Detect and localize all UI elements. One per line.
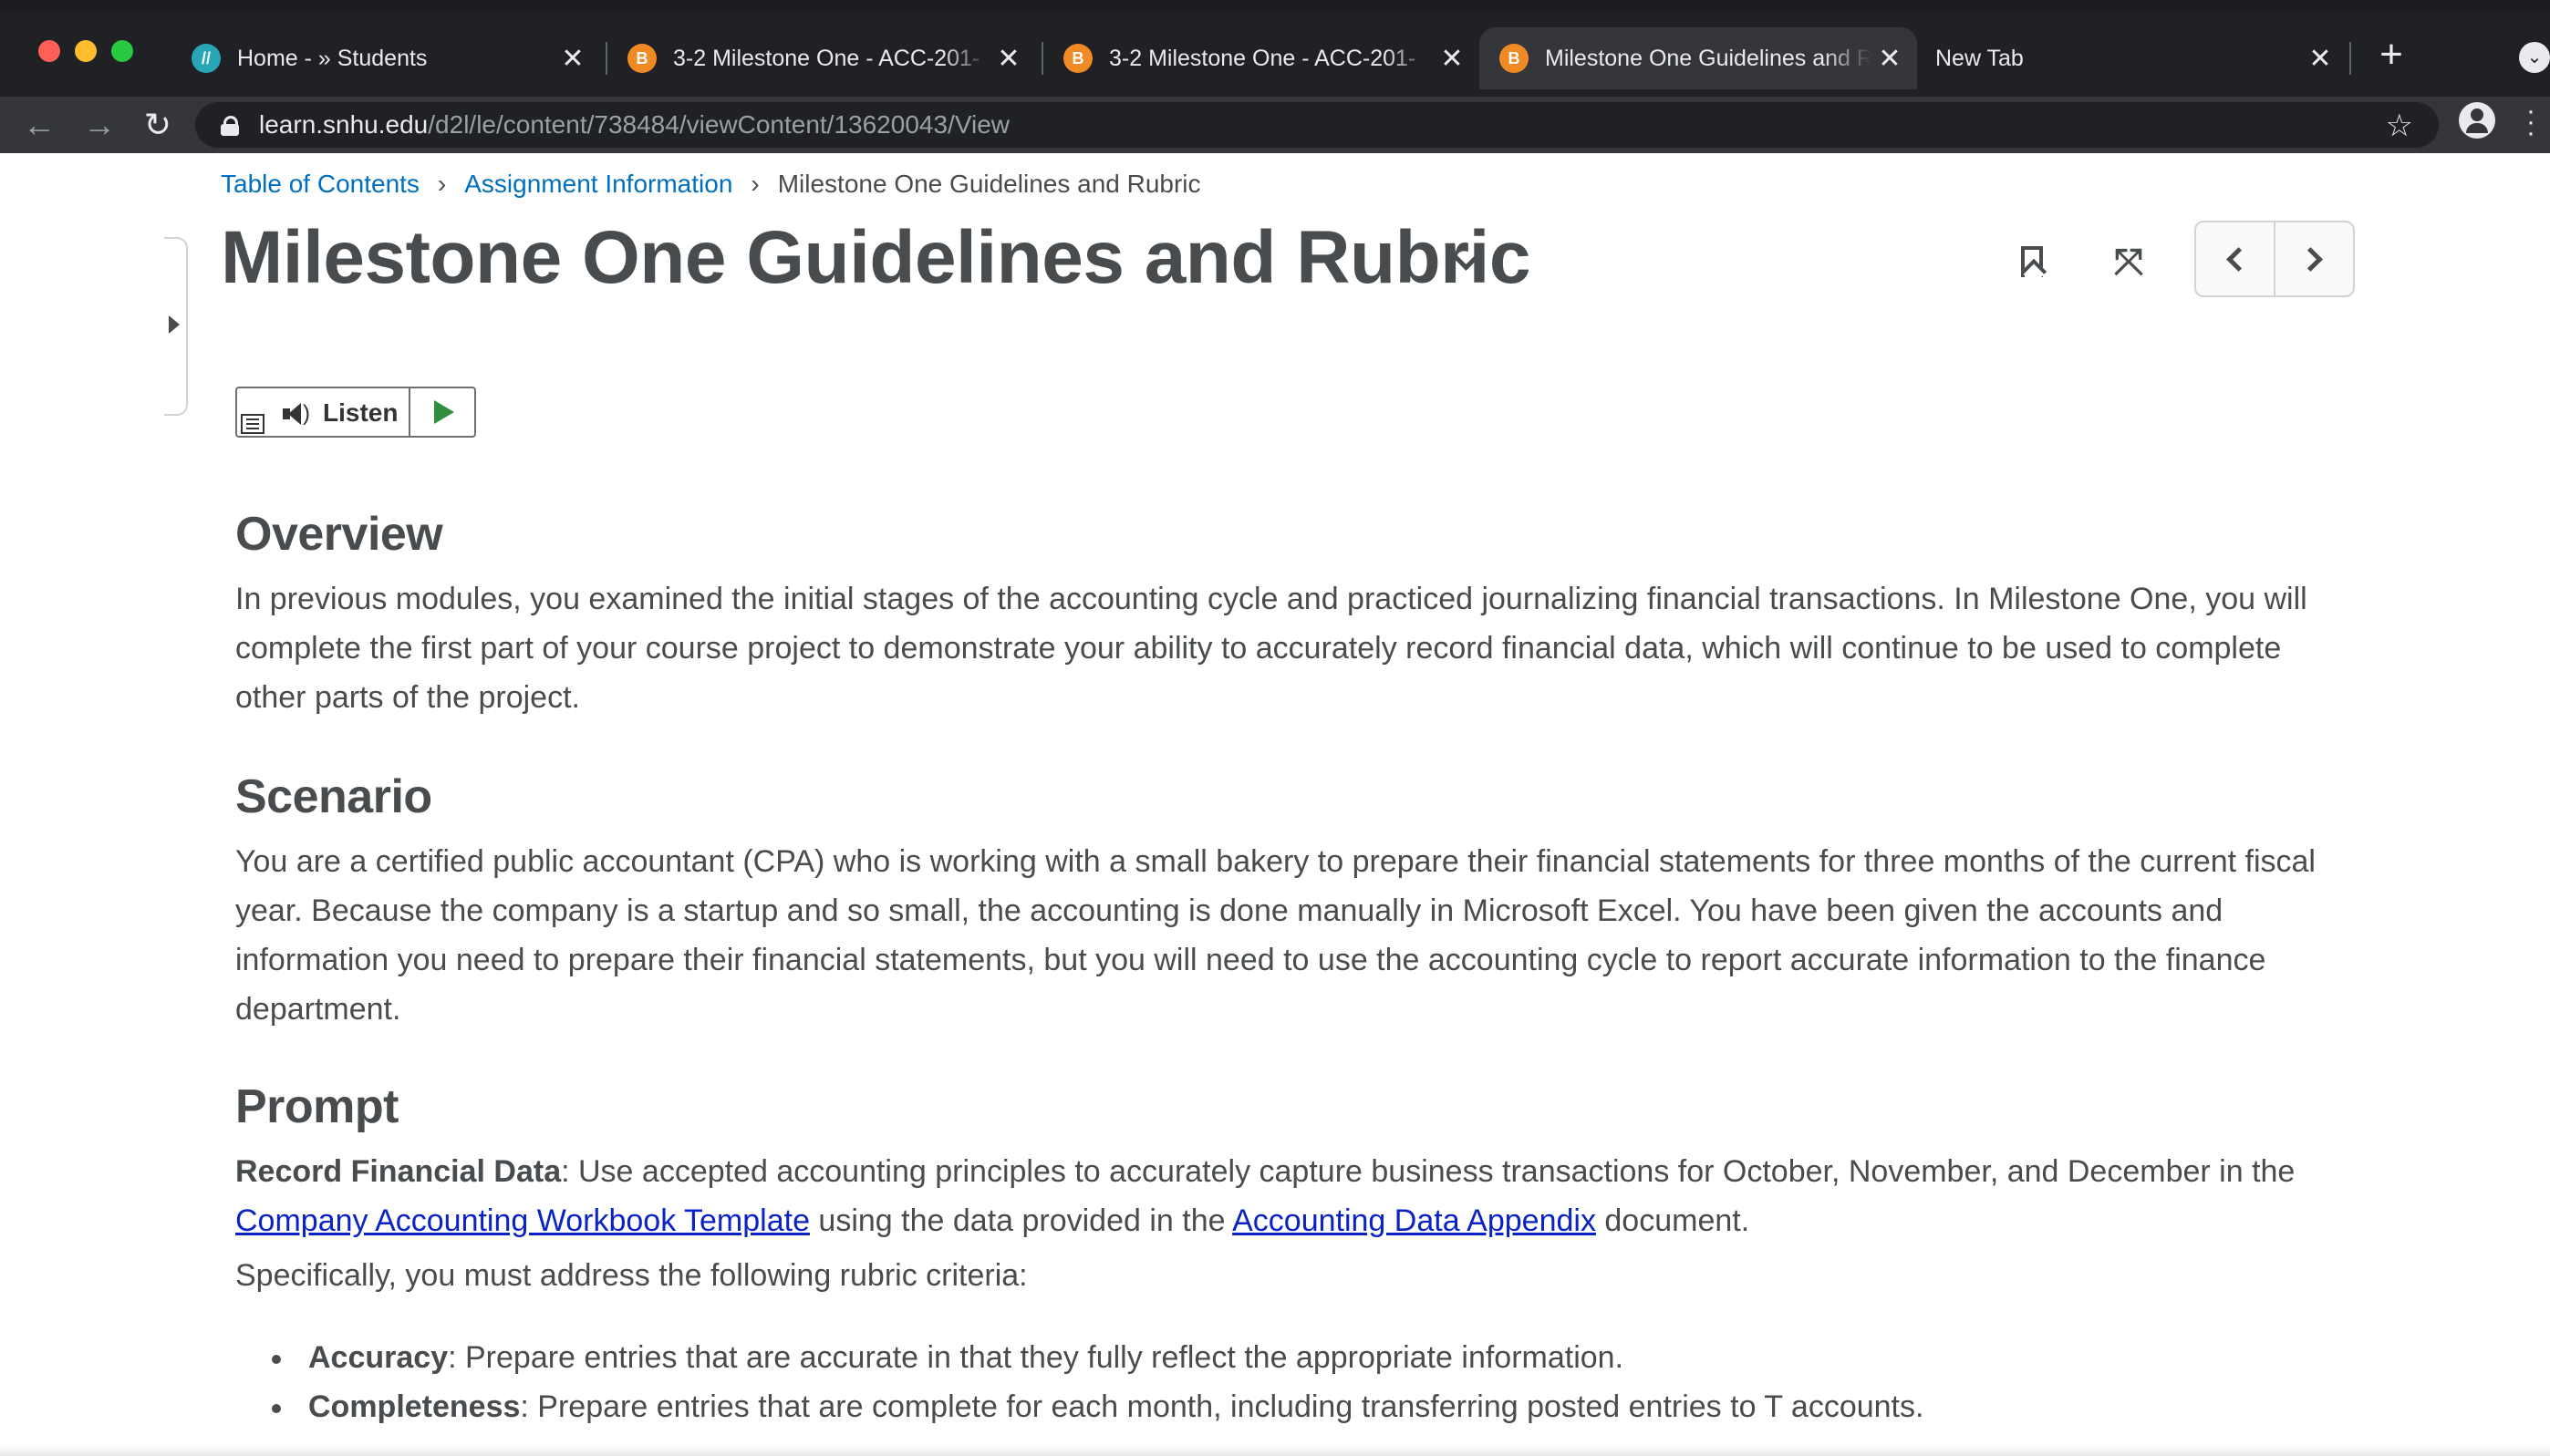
lock-icon[interactable] [221, 116, 239, 136]
bookmark-star-icon[interactable]: ☆ [2386, 108, 2413, 144]
tab-divider [2349, 42, 2351, 75]
criteria-intro: Specifically, you must address the follo… [235, 1258, 1028, 1293]
zoom-window-button[interactable] [111, 40, 133, 62]
browser-menu-icon[interactable]: · · · [2526, 98, 2535, 147]
fullscreen-icon[interactable]: ⤧ [2110, 244, 2147, 281]
close-tab-icon[interactable]: ✕ [1871, 43, 1908, 75]
sound-waves-icon: ) [303, 401, 310, 426]
menu-bar-strip [0, 0, 2550, 13]
criterion-text: : Prepare entries that are complete for … [520, 1389, 1924, 1424]
breadcrumb-link-assignment-information[interactable]: Assignment Information [464, 170, 732, 199]
brightspace-icon: B [1499, 44, 1529, 73]
prompt-paragraph: Record Financial Data: Use accepted acco… [235, 1147, 2360, 1245]
minimize-window-button[interactable] [75, 40, 97, 62]
breadcrumb-separator: › [751, 170, 760, 198]
reload-icon[interactable]: ↻ [137, 104, 179, 146]
close-tab-icon[interactable]: ✕ [1434, 43, 1470, 75]
next-topic-button[interactable] [2274, 222, 2353, 295]
browser-tab[interactable]: B 3-2 Milestone One - ACC-201- ✕ [607, 27, 1036, 89]
play-icon[interactable] [434, 400, 454, 424]
scenario-paragraph: You are a certified public accountant (C… [235, 844, 2316, 1027]
prompt-lead-term: Record Financial Data [235, 1154, 562, 1189]
forward-arrow-icon[interactable]: → [78, 104, 120, 146]
breadcrumb-current: Milestone One Guidelines and Rubric [777, 170, 1201, 198]
toc-panel-toggle[interactable] [164, 237, 188, 416]
bookmark-icon[interactable] [2021, 246, 2043, 279]
data-appendix-link[interactable]: Accounting Data Appendix [1232, 1203, 1596, 1238]
breadcrumb-separator: › [437, 170, 447, 198]
prompt-text: using the data provided in the [809, 1203, 1233, 1238]
tab-title: Home - » Students [237, 45, 428, 71]
browser-tab-active[interactable]: B Milestone One Guidelines and R ✕ [1479, 27, 1917, 89]
close-window-button[interactable] [38, 40, 60, 62]
tab-title: 3-2 Milestone One - ACC-201- [1109, 45, 1416, 71]
criterion-text: : Prepare entries that are accurate in t… [448, 1340, 1624, 1375]
page-content: Table of Contents › Assignment Informati… [0, 153, 2550, 1456]
close-tab-icon[interactable]: ✕ [555, 43, 591, 75]
snhu-icon: // [192, 44, 221, 73]
brightspace-icon: B [627, 44, 657, 73]
prompt-heading: Prompt [235, 1080, 399, 1133]
tab-title: New Tab [1935, 45, 2024, 71]
title-dropdown-chevron-icon[interactable] [1454, 250, 1477, 274]
list-item: Completeness: Prepare entries that are c… [272, 1382, 2360, 1431]
listen-menu-icon[interactable] [241, 414, 264, 434]
prompt-text: : Use accepted accounting principles to … [561, 1154, 2296, 1189]
listen-button[interactable]: Listen [323, 398, 398, 428]
browser-tab[interactable]: B 3-2 Milestone One - ACC-201- ✕ [1043, 27, 1479, 89]
expand-arrow-icon [169, 315, 180, 334]
tab-title: 3-2 Milestone One - ACC-201- [673, 45, 980, 71]
listen-widget: ) Listen [235, 387, 476, 438]
close-tab-icon[interactable]: ✕ [990, 43, 1027, 75]
browser-toolbar: ← → ↻ learn.snhu.edu/d2l/le/content/7384… [0, 97, 2550, 153]
browser-tab[interactable]: New Tab ✕ [1917, 27, 2348, 89]
bottom-edge-shadow [0, 1444, 2550, 1456]
breadcrumb-link-table-of-contents[interactable]: Table of Contents [221, 170, 420, 199]
new-tab-icon[interactable]: + [2371, 35, 2411, 77]
previous-topic-button[interactable] [2196, 222, 2274, 295]
browser-tab[interactable]: // Home - » Students ✕ [171, 27, 600, 89]
topic-pager [2194, 221, 2355, 297]
profile-avatar-icon[interactable] [2459, 102, 2495, 139]
browser-tab-bar: // Home - » Students ✕ B 3-2 Milestone O… [0, 0, 2550, 97]
close-tab-icon[interactable]: ✕ [2302, 43, 2338, 75]
address-bar[interactable]: learn.snhu.edu/d2l/le/content/738484/vie… [195, 102, 2439, 148]
url-text[interactable]: learn.snhu.edu/d2l/le/content/738484/vie… [259, 110, 1010, 139]
brightspace-icon: B [1063, 44, 1093, 73]
overview-heading: Overview [235, 508, 443, 561]
overview-paragraph: In previous modules, you examined the in… [235, 582, 2307, 715]
list-item: Accuracy: Prepare entries that are accur… [272, 1333, 2360, 1382]
criteria-list: Accuracy: Prepare entries that are accur… [272, 1333, 2360, 1431]
scenario-heading: Scenario [235, 770, 432, 823]
listen-divider [409, 388, 410, 436]
back-arrow-icon[interactable]: ← [18, 104, 60, 146]
tab-title: Milestone One Guidelines and R [1545, 45, 1871, 71]
workbook-template-link[interactable]: Company Accounting Workbook Template [235, 1203, 810, 1238]
prompt-text: document. [1595, 1203, 1750, 1238]
page-title: Milestone One Guidelines and Rubric [221, 216, 1530, 299]
criterion-term: Accuracy [308, 1340, 449, 1375]
breadcrumb: Table of Contents › Assignment Informati… [221, 170, 1201, 199]
chevron-right-icon [2298, 246, 2323, 272]
tab-search-icon[interactable]: ⌄ [2519, 42, 2550, 73]
criterion-term: Completeness [308, 1389, 521, 1424]
chevron-left-icon [2226, 246, 2251, 272]
